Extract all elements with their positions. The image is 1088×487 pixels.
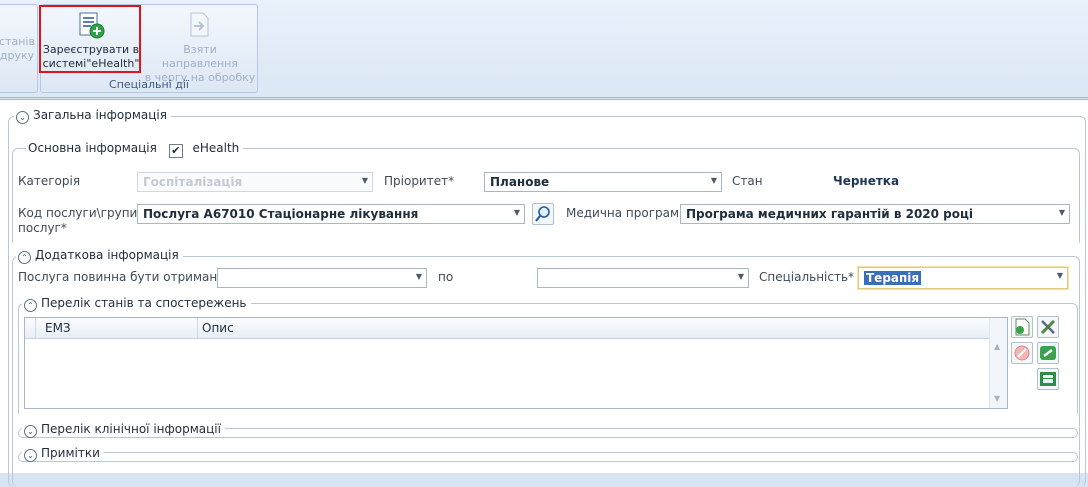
state-label: Стан <box>732 174 763 188</box>
to-date-select[interactable]: ▼ <box>537 268 749 288</box>
chevron-down-icon: ▼ <box>710 176 717 185</box>
chevron-down-icon: ▼ <box>361 176 368 185</box>
additional-section-header[interactable]: ⌃ Додаткова інформація <box>16 247 183 264</box>
service-label: Код послуги\групи послуг* <box>18 206 137 236</box>
grid-indicator-column <box>25 318 36 338</box>
state-value: Чернетка <box>833 174 900 188</box>
cancel-icon <box>1014 345 1030 361</box>
delete-record-button[interactable] <box>1011 342 1033 364</box>
states-section-title: Перелік станів та спостережень <box>41 296 247 310</box>
scroll-down-icon[interactable]: ▼ <box>994 394 1000 403</box>
spreadsheet-icon <box>1040 372 1056 386</box>
program-value: Програма медичних гарантій в 2020 році <box>686 207 974 221</box>
grid-header: ЕМЗ Опис <box>25 318 989 339</box>
program-select[interactable]: Програма медичних гарантій в 2020 році ▼ <box>680 204 1070 224</box>
print-states-label-2: друку <box>0 49 35 62</box>
from-date-select[interactable]: ▼ <box>217 268 427 288</box>
take-referral-button[interactable]: Взяти направлення в чергу на обробку <box>144 9 256 85</box>
chevron-down-icon[interactable]: ⌄ <box>24 449 37 462</box>
priority-label: Пріоритет* <box>384 174 455 188</box>
export-record-button[interactable] <box>1037 368 1059 390</box>
ribbon-group-print: станів друку <box>0 4 38 93</box>
service-select[interactable]: Послуга А67010 Стаціонарне лікування ▼ <box>137 204 525 224</box>
add-document-icon <box>1015 318 1030 336</box>
column-header-emz[interactable]: ЕМЗ <box>45 321 71 335</box>
edit-record-button[interactable] <box>1037 316 1059 338</box>
scroll-up-icon[interactable]: ▲ <box>994 342 1000 351</box>
print-states-button[interactable]: станів друку <box>0 35 37 63</box>
service-search-button[interactable] <box>532 203 554 225</box>
chevron-down-icon[interactable]: ⌄ <box>24 425 37 438</box>
chevron-down-icon: ▼ <box>415 272 422 281</box>
general-section-header[interactable]: ⌄ Загальна інформація <box>14 107 171 124</box>
category-label: Категорія <box>18 174 81 188</box>
specialty-value: Терапія <box>864 271 922 285</box>
priority-value: Планове <box>490 175 550 189</box>
chevron-down-icon: ▼ <box>513 208 520 217</box>
receive-from-label: Послуга повинна бути отримана з <box>18 270 235 284</box>
specialty-select[interactable]: Терапія ▼ <box>858 267 1068 289</box>
main-info-header: Основна інформація ✔ eHealth <box>26 140 244 158</box>
clinical-section-title: Перелік клінічної інформації <box>41 422 221 436</box>
additional-section-title: Додаткова інформація <box>35 248 179 262</box>
arrow-document-icon <box>190 12 209 37</box>
service-label-line-2: послуг* <box>18 221 67 235</box>
ehealth-checkbox[interactable]: ✔ <box>168 144 183 158</box>
category-value: Госпіталізація <box>143 175 243 189</box>
chevron-up-icon[interactable]: ⌃ <box>24 299 37 312</box>
tools-icon <box>1040 319 1056 335</box>
link-icon <box>1040 346 1056 360</box>
chevron-down-icon[interactable]: ⌄ <box>16 111 29 124</box>
column-header-description[interactable]: Опис <box>202 321 234 335</box>
states-section-header[interactable]: ⌃ Перелік станів та спостережень <box>22 295 251 312</box>
add-record-button[interactable] <box>1011 316 1033 338</box>
service-value: Послуга А67010 Стаціонарне лікування <box>143 207 419 221</box>
chevron-down-icon: ▼ <box>1056 271 1063 280</box>
ehealth-label: eHealth <box>192 141 240 155</box>
specialty-label: Спеціальність* <box>759 270 855 284</box>
print-states-label-1: станів <box>0 35 35 48</box>
main-info-group <box>12 148 1080 243</box>
chevron-down-icon: ▼ <box>737 272 744 281</box>
ribbon-group-label: Спеціальні дії <box>109 78 189 91</box>
magnifier-icon <box>535 206 550 222</box>
highlight-frame <box>39 5 141 73</box>
column-divider <box>197 318 198 338</box>
program-label: Медична програма <box>566 206 687 220</box>
link-record-button[interactable] <box>1037 342 1059 364</box>
chevron-down-icon: ▼ <box>1058 208 1065 217</box>
service-label-line-1: Код послуги\групи <box>18 206 138 220</box>
states-grid[interactable]: ЕМЗ Опис ▲ ▼ <box>24 317 1008 409</box>
main-panel: ⌄ Загальна інформація Основна інформація … <box>0 99 1088 487</box>
take-label-1: Взяти направлення <box>161 43 239 70</box>
category-select[interactable]: Госпіталізація ▼ <box>137 172 373 192</box>
general-section-title: Загальна інформація <box>33 108 167 122</box>
grid-scrollbar[interactable]: ▲ ▼ <box>989 318 1007 408</box>
chevron-up-icon[interactable]: ⌃ <box>18 251 31 264</box>
notes-section-header[interactable]: ⌄ Примітки <box>22 445 104 462</box>
to-label: по <box>438 270 454 284</box>
clinical-section-header[interactable]: ⌄ Перелік клінічної інформації <box>22 421 225 438</box>
notes-group <box>18 452 1078 462</box>
ribbon-toolbar: станів друку Зареєструвати в системі"eHe… <box>0 0 1088 98</box>
notes-section-title: Примітки <box>41 446 100 460</box>
main-info-title: Основна інформація <box>28 141 157 155</box>
priority-select[interactable]: Планове ▼ <box>484 172 722 192</box>
